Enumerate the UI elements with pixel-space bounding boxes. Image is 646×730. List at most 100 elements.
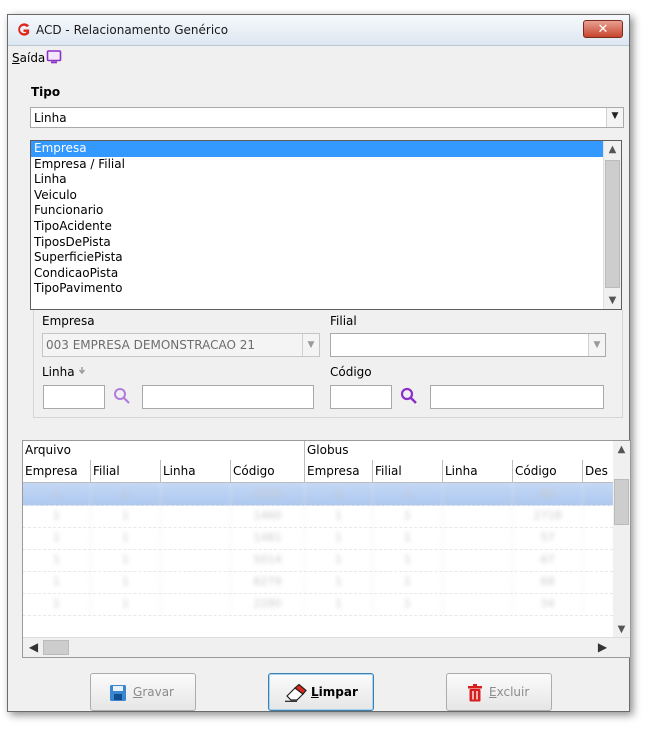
codigo-label: Código xyxy=(330,365,372,379)
linha-code-input[interactable] xyxy=(43,385,105,409)
chevron-left-icon[interactable]: ◀ xyxy=(25,638,42,657)
table-cell xyxy=(443,483,513,505)
column-header[interactable]: Empresa xyxy=(23,460,91,482)
table-row[interactable]: 1 1 2315 1 1 60 xyxy=(23,483,615,506)
chevron-down-icon[interactable]: ▼ xyxy=(588,334,605,356)
relationship-grid[interactable]: Arquivo Globus Empresa Filial Linha Códi… xyxy=(22,440,631,658)
column-header[interactable]: Filial xyxy=(373,460,443,482)
grid-band-header: Arquivo Globus xyxy=(23,441,613,461)
table-cell: 68 xyxy=(513,571,583,593)
table-cell xyxy=(583,527,615,549)
column-header[interactable]: Código xyxy=(513,460,583,482)
table-cell: 1 xyxy=(23,527,91,549)
table-cell xyxy=(161,571,231,593)
tipo-select[interactable]: Linha ▼ xyxy=(30,107,624,128)
table-cell xyxy=(583,505,615,527)
dropdown-option[interactable]: TiposDePista xyxy=(31,235,621,251)
tipo-select-value: Linha xyxy=(34,111,67,125)
column-header[interactable]: Código xyxy=(231,460,305,482)
table-row[interactable]: 1 1 5014 1 1 67 xyxy=(23,549,615,572)
table-cell: 1 xyxy=(373,593,443,615)
dropdown-option[interactable]: Linha xyxy=(31,172,621,188)
table-cell: 5014 xyxy=(231,549,305,571)
table-cell: 2718 xyxy=(513,505,583,527)
table-cell xyxy=(161,483,231,505)
menu-saida-label: aída xyxy=(19,51,46,65)
table-cell xyxy=(161,549,231,571)
monitor-icon[interactable] xyxy=(46,49,62,65)
scrollbar-thumb[interactable] xyxy=(43,640,69,655)
column-header[interactable]: Des xyxy=(583,460,615,482)
limpar-label: Limpar xyxy=(311,685,358,699)
grid-horizontal-scrollbar[interactable]: ◀ ▶ xyxy=(23,637,630,657)
chevron-right-icon[interactable]: ▶ xyxy=(594,638,611,657)
dropdown-option[interactable]: TipoPavimento xyxy=(31,281,621,297)
gravar-label-rest: ravar xyxy=(142,685,174,699)
table-cell xyxy=(583,571,615,593)
save-icon xyxy=(110,685,126,701)
tipo-dropdown-list[interactable]: Empresa Empresa / Filial Linha Veiculo F… xyxy=(30,140,622,310)
grid-vertical-scrollbar[interactable]: ▲ ▼ xyxy=(613,441,630,638)
table-cell: 1 xyxy=(305,527,373,549)
chevron-down-icon[interactable]: ▼ xyxy=(302,334,319,356)
chevron-down-icon[interactable]: ▼ xyxy=(613,621,630,638)
close-button[interactable]: ✕ xyxy=(583,20,623,38)
codigo-description-input[interactable] xyxy=(430,385,604,409)
chevron-down-icon[interactable]: ▼ xyxy=(604,292,621,309)
trash-icon xyxy=(468,684,482,702)
chevron-up-icon[interactable]: ▲ xyxy=(613,441,630,458)
filial-label: Filial xyxy=(330,314,357,328)
column-header[interactable]: Empresa xyxy=(305,460,373,482)
table-cell: 1 xyxy=(373,527,443,549)
table-cell: 1 xyxy=(373,483,443,505)
table-row[interactable]: 1 1 6279 1 1 68 xyxy=(23,571,615,594)
table-row[interactable]: 1 1 1460 1 1 2718 xyxy=(23,505,615,528)
linha-description-input[interactable] xyxy=(142,385,314,409)
table-cell xyxy=(161,505,231,527)
table-row[interactable]: 1 1 1481 1 1 57 xyxy=(23,527,615,550)
dropdown-option[interactable]: TipoAcidente xyxy=(31,219,621,235)
empresa-select[interactable]: 003 EMPRESA DEMONSTRACAO 21 ▼ xyxy=(42,333,320,357)
table-cell xyxy=(583,593,615,615)
table-row[interactable]: 1 1 2280 1 1 34 xyxy=(23,593,615,616)
column-header[interactable]: Linha xyxy=(161,460,231,482)
excluir-mnemonic: E xyxy=(489,685,497,699)
table-cell: 1 xyxy=(91,593,161,615)
app-logo-icon xyxy=(18,23,30,36)
scrollbar-thumb[interactable] xyxy=(614,479,629,525)
table-cell xyxy=(443,527,513,549)
dropdown-option[interactable]: Veiculo xyxy=(31,188,621,204)
limpar-button[interactable]: Limpar xyxy=(268,673,374,711)
dropdown-option[interactable]: CondicaoPista xyxy=(31,266,621,282)
grid-column-header: Empresa Filial Linha Código Empresa Fili… xyxy=(23,460,613,483)
column-header[interactable]: Filial xyxy=(91,460,161,482)
filial-select[interactable]: ▼ xyxy=(330,333,606,357)
tipo-label: Tipo xyxy=(31,85,61,99)
dropdown-option[interactable]: Empresa / Filial xyxy=(31,157,621,173)
empresa-select-value: 003 EMPRESA DEMONSTRACAO 21 xyxy=(46,338,255,352)
column-header[interactable]: Linha xyxy=(443,460,513,482)
table-cell xyxy=(583,483,615,505)
search-icon[interactable] xyxy=(113,387,131,405)
linha-label-text: Linha xyxy=(42,365,75,379)
gravar-label: Gravar xyxy=(133,685,174,699)
dropdown-option[interactable]: SuperficiePista xyxy=(31,250,621,266)
table-cell: 1 xyxy=(23,483,91,505)
limpar-label-rest: impar xyxy=(318,685,358,699)
menu-item-saida[interactable]: Saída xyxy=(12,51,45,65)
gravar-button[interactable]: Gravar xyxy=(90,673,196,711)
excluir-button[interactable]: Excluir xyxy=(446,673,552,711)
scrollbar-thumb[interactable] xyxy=(605,160,620,288)
codigo-input[interactable] xyxy=(330,385,392,409)
dropdown-scrollbar[interactable]: ▲ ▼ xyxy=(603,141,621,309)
chevron-up-icon[interactable]: ▲ xyxy=(604,141,621,158)
window-title: ACD - Relacionamento Genérico xyxy=(36,23,229,37)
dropdown-option[interactable]: Empresa xyxy=(31,141,621,157)
dropdown-option[interactable]: Funcionario xyxy=(31,203,621,219)
table-cell: 1 xyxy=(91,571,161,593)
search-icon[interactable] xyxy=(400,387,418,405)
table-cell: 1481 xyxy=(231,527,305,549)
excluir-label: Excluir xyxy=(489,685,529,699)
table-cell: 6279 xyxy=(231,571,305,593)
chevron-down-icon[interactable]: ▼ xyxy=(606,108,623,127)
